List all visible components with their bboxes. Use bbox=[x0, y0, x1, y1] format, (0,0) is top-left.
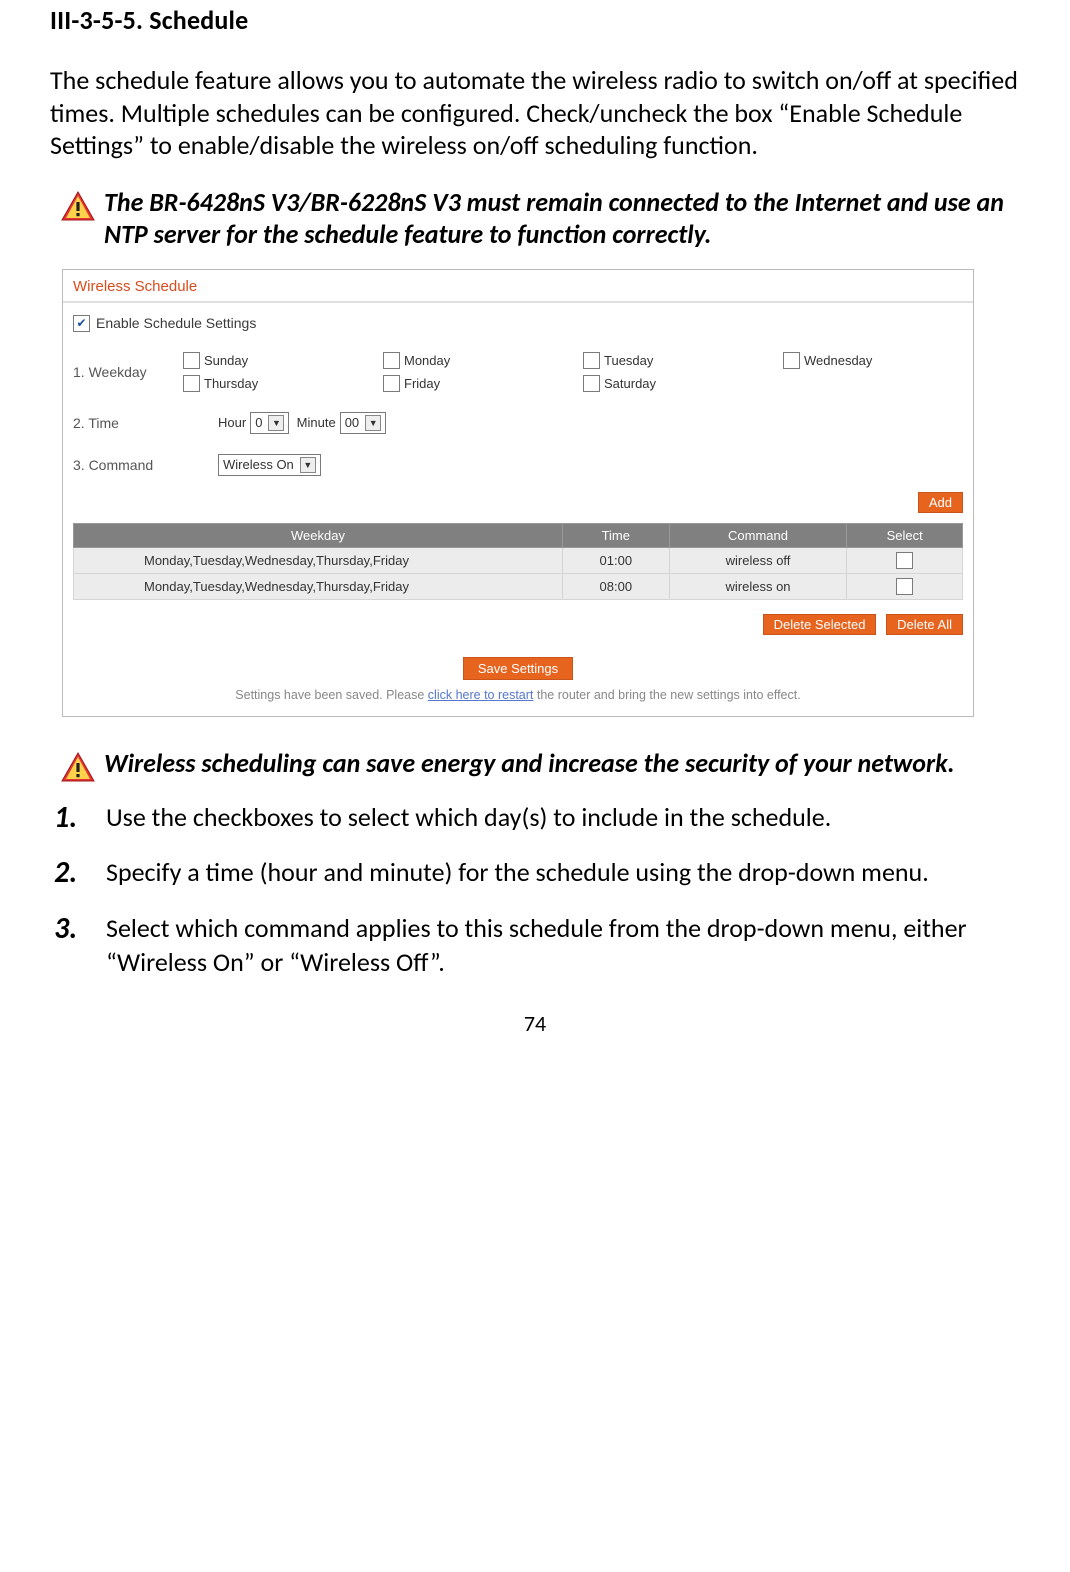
cell-weekday: Monday,Tuesday,Wednesday,Thursday,Friday bbox=[74, 547, 563, 573]
note-energy-text: Wireless scheduling can save energy and … bbox=[104, 747, 955, 780]
minute-label: Minute bbox=[297, 415, 336, 430]
table-row: Monday,Tuesday,Wednesday,Thursday,Friday… bbox=[74, 547, 963, 573]
chevron-down-icon: ▼ bbox=[300, 457, 316, 473]
cell-time: 08:00 bbox=[562, 573, 669, 599]
row-select-checkbox[interactable] bbox=[896, 552, 913, 569]
day-saturday-checkbox[interactable] bbox=[583, 375, 600, 392]
chevron-down-icon: ▼ bbox=[268, 415, 284, 431]
day-sunday-label: Sunday bbox=[204, 353, 248, 368]
intro-paragraph: The schedule feature allows you to autom… bbox=[50, 64, 1030, 162]
command-row-label: 3. Command bbox=[73, 457, 218, 473]
hour-label: Hour bbox=[218, 415, 246, 430]
command-select[interactable]: Wireless On ▼ bbox=[218, 454, 321, 476]
enable-schedule-label: Enable Schedule Settings bbox=[96, 315, 256, 331]
panel-title: Wireless Schedule bbox=[63, 270, 973, 301]
enable-schedule-checkbox[interactable] bbox=[73, 315, 90, 332]
note-ntp-text: The BR-6428nS V3/BR-6228nS V3 must remai… bbox=[104, 186, 1030, 251]
day-friday-label: Friday bbox=[404, 376, 440, 391]
day-tuesday-label: Tuesday bbox=[604, 353, 653, 368]
row-select-checkbox[interactable] bbox=[896, 578, 913, 595]
steps-list: Use the checkboxes to select which day(s… bbox=[50, 801, 1030, 980]
note-energy: Wireless scheduling can save energy and … bbox=[50, 747, 1030, 783]
schedule-screenshot: Wireless Schedule Enable Schedule Settin… bbox=[62, 269, 974, 717]
time-row-label: 2. Time bbox=[73, 415, 218, 431]
th-weekday: Weekday bbox=[74, 523, 563, 547]
day-saturday-label: Saturday bbox=[604, 376, 656, 391]
note-ntp: The BR-6428nS V3/BR-6228nS V3 must remai… bbox=[50, 186, 1030, 251]
step-1: Use the checkboxes to select which day(s… bbox=[98, 801, 1030, 835]
restart-link[interactable]: click here to restart bbox=[428, 688, 534, 702]
hour-select[interactable]: 0 ▼ bbox=[250, 412, 289, 434]
day-tuesday-checkbox[interactable] bbox=[583, 352, 600, 369]
day-thursday-label: Thursday bbox=[204, 376, 258, 391]
delete-selected-button[interactable]: Delete Selected bbox=[763, 614, 877, 635]
add-button[interactable]: Add bbox=[918, 492, 963, 513]
day-wednesday-label: Wednesday bbox=[804, 353, 872, 368]
day-wednesday-checkbox[interactable] bbox=[783, 352, 800, 369]
cell-command: wireless on bbox=[669, 573, 847, 599]
weekday-row-label: 1. Weekday bbox=[73, 364, 183, 380]
save-settings-button[interactable]: Save Settings bbox=[463, 657, 573, 680]
page-number: 74 bbox=[0, 1010, 1070, 1037]
divider bbox=[63, 301, 973, 303]
status-suffix: the router and bring the new settings in… bbox=[533, 688, 800, 702]
step-2: Specify a time (hour and minute) for the… bbox=[98, 856, 1030, 890]
table-row: Monday,Tuesday,Wednesday,Thursday,Friday… bbox=[74, 573, 963, 599]
warning-icon bbox=[60, 190, 96, 222]
cell-command: wireless off bbox=[669, 547, 847, 573]
schedule-table: Weekday Time Command Select Monday,Tuesd… bbox=[73, 523, 963, 600]
minute-value: 00 bbox=[345, 415, 359, 430]
cell-time: 01:00 bbox=[562, 547, 669, 573]
day-monday-label: Monday bbox=[404, 353, 450, 368]
day-sunday-checkbox[interactable] bbox=[183, 352, 200, 369]
cell-weekday: Monday,Tuesday,Wednesday,Thursday,Friday bbox=[74, 573, 563, 599]
status-message: Settings have been saved. Please click h… bbox=[63, 688, 973, 716]
hour-value: 0 bbox=[255, 415, 262, 430]
status-prefix: Settings have been saved. Please bbox=[235, 688, 428, 702]
day-thursday-checkbox[interactable] bbox=[183, 375, 200, 392]
step-3: Select which command applies to this sch… bbox=[98, 912, 1030, 980]
th-command: Command bbox=[669, 523, 847, 547]
section-heading: III-3-5-5. Schedule bbox=[50, 4, 1030, 36]
delete-all-button[interactable]: Delete All bbox=[886, 614, 963, 635]
command-value: Wireless On bbox=[223, 457, 294, 472]
chevron-down-icon: ▼ bbox=[365, 415, 381, 431]
day-friday-checkbox[interactable] bbox=[383, 375, 400, 392]
warning-icon bbox=[60, 751, 96, 783]
day-monday-checkbox[interactable] bbox=[383, 352, 400, 369]
th-select: Select bbox=[847, 523, 963, 547]
th-time: Time bbox=[562, 523, 669, 547]
minute-select[interactable]: 00 ▼ bbox=[340, 412, 386, 434]
